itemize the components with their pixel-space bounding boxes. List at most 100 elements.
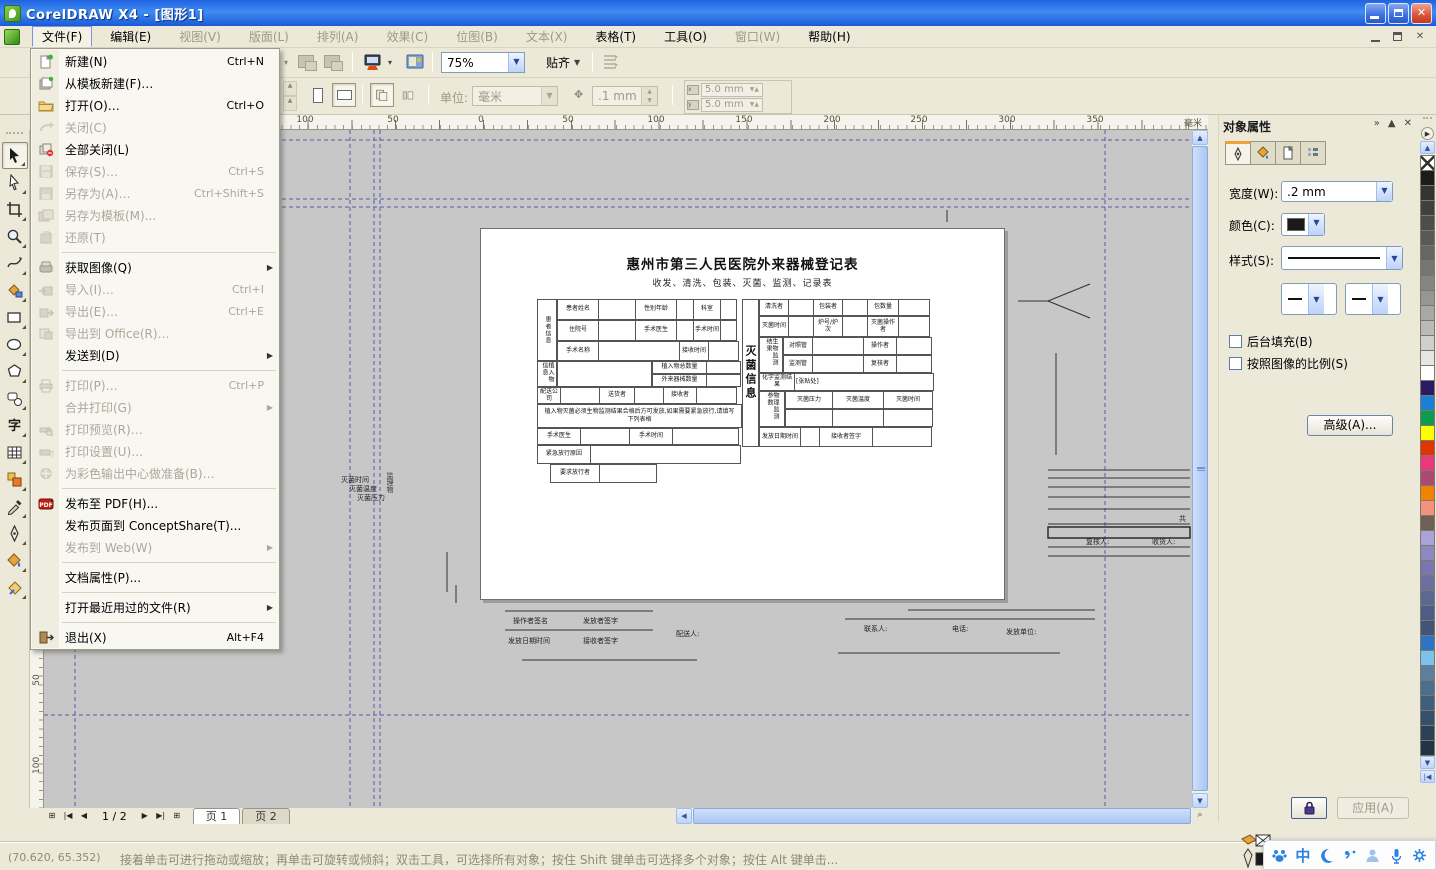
smart-fill-tool[interactable] [2,277,28,304]
nudge-offset-field[interactable]: .1 mm▲▼ [592,86,658,106]
color-swatch[interactable] [1420,395,1435,411]
pasteboard-vertical-text[interactable]: 监理物 [385,472,395,493]
color-swatch[interactable] [1420,305,1435,321]
export-icon[interactable] [322,51,344,73]
freehand-tool[interactable] [2,250,28,277]
menubar-item-1[interactable]: 编辑(E) [100,26,161,47]
doc-restore-button[interactable] [1390,30,1406,44]
menubar-item-2[interactable]: 视图(V) [169,26,231,47]
pasteboard-text[interactable]: 联系人: [864,624,887,634]
menubar-item-0[interactable]: 文件(F) [32,26,92,47]
page-tab-2[interactable]: 页 2 [242,808,290,824]
welcome-screen-icon[interactable] [404,51,426,73]
palette-grip[interactable] [1423,117,1432,125]
close-button[interactable]: ✕ [1411,3,1432,24]
landscape-orientation-button[interactable] [332,83,356,107]
palette-scroll-up-icon[interactable]: ▲ [1420,141,1435,154]
apply-button[interactable]: 应用(A) [1337,797,1409,819]
previous-page-button[interactable]: ◀ [76,809,92,823]
color-swatch[interactable] [1420,200,1435,216]
color-swatch[interactable] [1420,500,1435,516]
color-swatch[interactable] [1420,515,1435,531]
pasteboard-text[interactable]: 配送人: [676,629,699,639]
color-swatch[interactable] [1420,620,1435,636]
color-swatch[interactable] [1420,485,1435,501]
duplicate-x-field[interactable]: 5.0 mm▼▲ [701,83,763,97]
file-menu-item-0[interactable]: 新建(N)Ctrl+N [32,50,278,72]
color-swatch[interactable] [1420,320,1435,336]
pasteboard-text[interactable]: 收货人: [1152,537,1175,547]
color-swatch[interactable] [1420,560,1435,576]
color-swatch[interactable] [1420,350,1435,366]
file-menu-item-30[interactable]: 退出(X)Alt+F4 [32,626,278,648]
menubar-item-3[interactable]: 版面(L) [239,26,299,47]
color-swatch[interactable] [1420,710,1435,726]
vertical-scrollbar[interactable]: ▲ ▼ [1192,130,1208,808]
color-swatch[interactable] [1420,530,1435,546]
all-pages-layout-button[interactable] [370,83,394,107]
scroll-up-icon[interactable]: ▲ [1192,130,1208,145]
minimize-button[interactable] [1365,3,1386,24]
moon-icon[interactable] [1316,845,1336,865]
color-swatch[interactable] [1420,245,1435,261]
menubar-item-4[interactable]: 排列(A) [307,26,369,47]
duplicate-y-field[interactable]: 5.0 mm▼▲ [701,98,763,112]
outline-pen-tool[interactable] [2,520,28,547]
color-swatch[interactable] [1420,215,1435,231]
file-menu-item-23[interactable]: 发布页面到 ConceptShare(T)... [32,514,278,536]
toolbox-grip[interactable] [6,132,23,140]
docker-collapse-icon[interactable]: » [1374,118,1380,129]
navigator-zoom-icon[interactable]: ⌕ [1192,808,1208,824]
color-swatch[interactable] [1420,635,1435,651]
add-page-start-button[interactable]: ⊞ [44,809,60,823]
color-swatch[interactable] [1420,665,1435,681]
advanced-button[interactable]: 高级(A)... [1307,415,1393,436]
file-menu-item-4[interactable]: 全部关闭(L) [32,138,278,160]
current-page-layout-button[interactable] [396,83,420,107]
horizontal-scrollbar[interactable]: ◀ ▶ [676,808,1208,824]
sogou-paw-icon[interactable] [1270,845,1290,865]
page-tab-1[interactable]: 页 1 [193,808,241,824]
portrait-orientation-button[interactable] [306,83,330,107]
file-menu-item-26[interactable]: 文档属性(P)... [32,566,278,588]
pasteboard-text[interactable]: 共 [1179,514,1186,524]
color-swatch[interactable] [1420,590,1435,606]
menubar-item-6[interactable]: 位图(B) [446,26,508,47]
file-menu-item-2[interactable]: 打开(O)…Ctrl+O [32,94,278,116]
zoom-tool[interactable] [2,223,28,250]
settings-gear-icon[interactable] [1409,845,1429,865]
doc-minimize-button[interactable] [1368,30,1384,44]
end-arrowhead-combo[interactable]: ▼ [1345,283,1401,315]
color-swatch[interactable] [1420,605,1435,621]
color-swatch[interactable] [1420,380,1435,396]
chinese-mode-icon[interactable]: 中 [1293,845,1313,865]
color-swatch[interactable] [1420,230,1435,246]
text-tool[interactable]: 字 [2,412,28,439]
units-combo[interactable]: 毫米▼ [472,86,558,106]
pasteboard-text[interactable]: 接收者签字 [583,636,618,646]
punctuation-icon[interactable] [1339,845,1359,865]
options-icon[interactable] [600,51,622,73]
color-swatch[interactable] [1420,545,1435,561]
pasteboard-text[interactable]: 操作者签名 [513,616,548,626]
color-swatch[interactable] [1420,575,1435,591]
pasteboard-text[interactable]: 发放单位: [1006,627,1036,637]
microphone-icon[interactable] [1386,845,1406,865]
fill-tool[interactable] [2,547,28,574]
start-arrowhead-combo[interactable]: ▼ [1281,283,1337,315]
application-launcher-icon[interactable] [362,51,384,73]
tab-page[interactable] [1275,141,1301,165]
menubar-item-7[interactable]: 文本(X) [516,26,578,47]
file-menu-item-14[interactable]: 发送到(D)▶ [32,344,278,366]
pasteboard-text[interactable]: 复核人: [1086,537,1109,547]
horizontal-scrollbar-thumb[interactable] [693,808,1191,824]
snap-menu-button[interactable]: 贴齐▼ [546,54,580,71]
color-swatch[interactable] [1420,425,1435,441]
first-page-button[interactable]: |◀ [60,809,76,823]
file-menu-item-22[interactable]: PDF发布至 PDF(H)... [32,492,278,514]
scroll-left-icon[interactable]: ◀ [676,808,692,824]
user-icon[interactable] [1363,845,1383,865]
color-swatch[interactable] [1420,260,1435,276]
file-menu-item-10[interactable]: 获取图像(Q)▶ [32,256,278,278]
color-swatch[interactable] [1420,470,1435,486]
